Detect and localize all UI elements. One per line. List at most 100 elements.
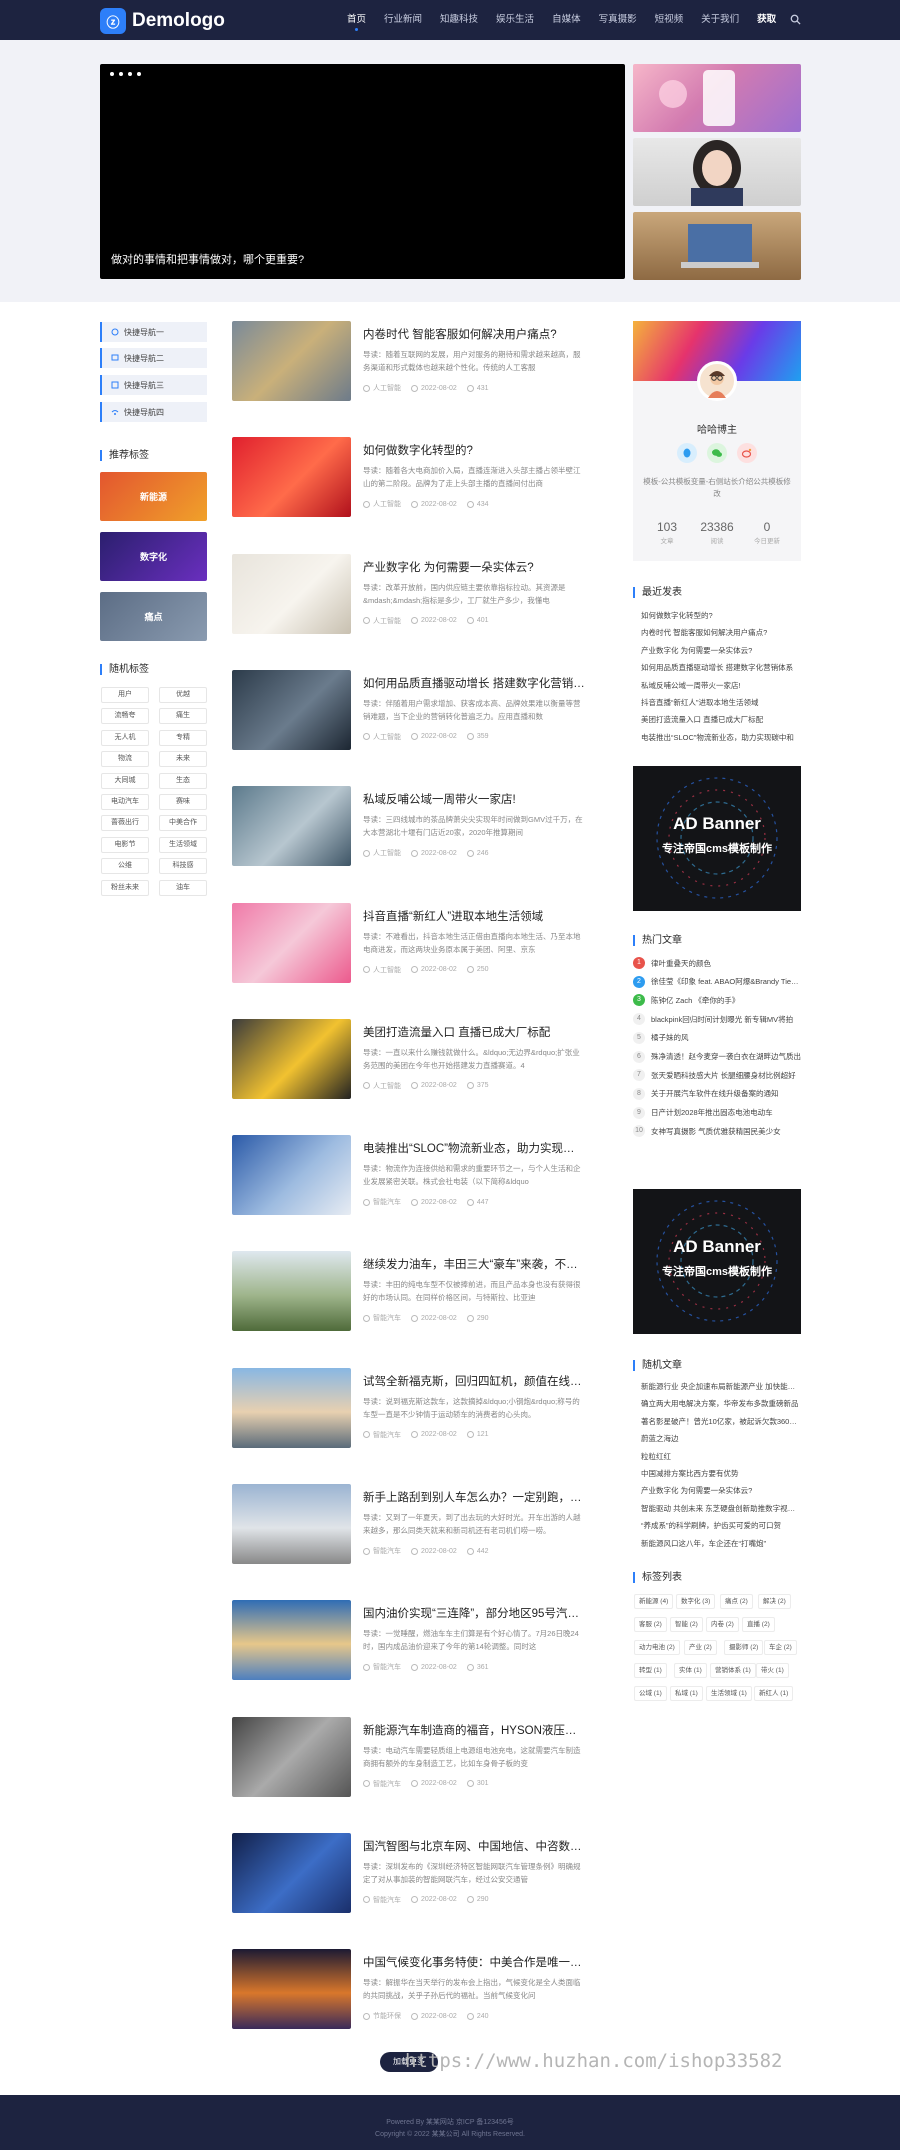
hot-item[interactable]: 7 张天爱晒科技感大片 长腿细腰身材比例超好 <box>633 1069 801 1082</box>
article-title[interactable]: 抖音直播“新红人”进取本地生活领域 <box>363 908 585 924</box>
article-title[interactable]: 新能源汽车制造商的福音，HYSON液压缸加速实现高效量产 <box>363 1722 585 1738</box>
random-article-item[interactable]: 新能源风口这八年，车企还在“打嘴炮” <box>641 1538 801 1549</box>
article-thumb[interactable] <box>232 1135 351 1216</box>
article-title[interactable]: 电装推出“SLOC”物流新业态，助力实现碳中和 <box>363 1140 585 1156</box>
article-thumb[interactable] <box>232 786 351 867</box>
random-article-item[interactable]: 著名影星破产！曾光10亿家，被起诉欠款3600万 <box>641 1416 801 1427</box>
article-title[interactable]: 试驾全新福克斯，回归四缸机，颜值在线驾控更出众 <box>363 1373 585 1389</box>
article-category[interactable]: 人工智能 <box>363 383 401 393</box>
article-title[interactable]: 新手上路刮到别人车怎么办？一定别跑，这样做才对 <box>363 1489 585 1505</box>
article-title[interactable]: 美团打造流量入口 直播已成大厂标配 <box>363 1024 585 1040</box>
random-tag[interactable]: 物流 <box>101 751 149 768</box>
random-tag[interactable]: 专精 <box>159 729 207 746</box>
tag-item[interactable]: 数字化 (3) <box>676 1594 716 1609</box>
article-category[interactable]: 人工智能 <box>363 499 401 509</box>
tag-item[interactable]: 公域 (1) <box>634 1686 667 1701</box>
recent-item[interactable]: 如何用品质直播驱动增长 搭建数字化营销体系 <box>641 662 801 673</box>
random-tag[interactable]: 公维 <box>101 858 149 875</box>
wechat-icon[interactable] <box>707 443 727 463</box>
article-category[interactable]: 智能汽车 <box>363 1197 401 1207</box>
recent-item[interactable]: 产业数字化 为何需要一朵实体云? <box>641 645 801 656</box>
tag-item[interactable]: 车企 (2) <box>764 1640 797 1655</box>
random-tag[interactable]: 流畅夸 <box>101 708 149 725</box>
article-title[interactable]: 如何用品质直播驱动增长 搭建数字化营销体系 <box>363 675 585 691</box>
article-category[interactable]: 人工智能 <box>363 732 401 742</box>
hero-thumb-laptop[interactable] <box>633 212 801 280</box>
article-category[interactable]: 节能环保 <box>363 2011 401 2021</box>
hero-slider[interactable]: 做对的事情和把事情做对，哪个更重要? <box>100 64 625 279</box>
hot-item[interactable]: 8 关于开展汽车软件在线升级备案的通知 <box>633 1087 801 1100</box>
rec-tag-digital[interactable]: 数字化 <box>100 532 207 581</box>
random-tag[interactable]: 电动汽车 <box>101 794 149 810</box>
article-title[interactable]: 继续发力油车，丰田三大“豪车”来袭，不比奔驰宝马差 <box>363 1256 585 1272</box>
tag-item[interactable]: 摄影师 (2) <box>724 1640 764 1655</box>
random-tag[interactable]: 蔷薇出行 <box>101 815 149 832</box>
nav-home[interactable]: 首页 <box>338 0 375 40</box>
article-category[interactable]: 人工智能 <box>363 965 401 975</box>
article-category[interactable]: 智能汽车 <box>363 1313 401 1323</box>
article-title[interactable]: 内卷时代 智能客服如何解决用户痛点? <box>363 326 585 342</box>
nav-video[interactable]: 短视频 <box>646 0 693 40</box>
hot-item[interactable]: 10 女神写真摄影 气质优雅获精国民美少女 <box>633 1125 801 1138</box>
random-tag[interactable]: 赛味 <box>159 794 207 810</box>
article-thumb[interactable] <box>232 321 351 401</box>
hero-thumb-girl[interactable] <box>633 138 801 206</box>
article-thumb[interactable] <box>232 1251 351 1332</box>
hot-item[interactable]: 1 律叶重叠天的颜色 <box>633 957 801 969</box>
quick-nav-1[interactable]: 快捷导航一 <box>100 322 207 342</box>
hot-item[interactable]: 9 日产计划2028年推出固态电池电动车 <box>633 1106 801 1119</box>
article-category[interactable]: 智能汽车 <box>363 1779 401 1789</box>
article-title[interactable]: 国汽智图与北京车网、中国地信、中咨数据等签约合作 <box>363 1838 585 1854</box>
article-title[interactable]: 中国气候变化事务特使：中美合作是唯一正确选择 <box>363 1954 585 1970</box>
random-tag[interactable]: 大同城 <box>101 772 149 789</box>
tag-item[interactable]: 产业 (2) <box>684 1640 717 1655</box>
article-thumb[interactable] <box>232 902 351 983</box>
random-article-item[interactable]: 产业数字化 为何需要一朵实体云? <box>641 1485 801 1496</box>
rec-tag-new-energy[interactable]: 新能源 <box>100 472 207 521</box>
random-tag[interactable]: 科技感 <box>159 858 207 875</box>
tag-item[interactable]: 营销体系 (1) <box>710 1663 756 1678</box>
hot-item[interactable]: 5 橘子妹的风 <box>633 1031 801 1044</box>
article-category[interactable]: 智能汽车 <box>363 1662 401 1672</box>
random-article-item[interactable]: 蔚蓝之海边 <box>641 1433 801 1444</box>
article-category[interactable]: 智能汽车 <box>363 1895 401 1905</box>
random-tag[interactable]: 中美合作 <box>159 815 207 832</box>
tag-item[interactable]: 新能源 (4) <box>634 1594 674 1609</box>
article-title[interactable]: 私域反哺公域一周带火一家店! <box>363 791 585 807</box>
random-tag[interactable]: 用户 <box>101 687 149 703</box>
hero-thumb-phone[interactable] <box>633 64 801 132</box>
quick-nav-2[interactable]: 快捷导航二 <box>100 348 207 368</box>
article-title[interactable]: 如何做数字化转型的? <box>363 442 585 458</box>
random-article-item[interactable]: 中国减排方案比西方要有优势 <box>641 1468 801 1479</box>
quick-nav-4[interactable]: 快捷导航四 <box>100 402 207 422</box>
tag-item[interactable]: 解决 (2) <box>758 1594 791 1609</box>
article-thumb[interactable] <box>232 669 351 750</box>
ad-banner-2[interactable]: AD Banner 专注帝国cms模板制作 <box>633 1189 801 1334</box>
article-title[interactable]: 国内油价实现“三连降”，部分地区95号汽油重回“8元时代” <box>363 1605 585 1621</box>
ad-banner-1[interactable]: AD Banner 专注帝国cms模板制作 <box>633 766 801 911</box>
recent-item[interactable]: 私域反哺公域一周带火一家店! <box>641 680 801 691</box>
hot-item[interactable]: 6 殊净清透！赵今麦穿一袭白衣在湖畔边气质出 <box>633 1050 801 1063</box>
nav-get[interactable]: 获取 <box>748 0 785 40</box>
tag-item[interactable]: 私域 (1) <box>670 1686 703 1701</box>
random-article-item[interactable]: 确立两大用电解决方案，华帝发布多款重磅新品 <box>641 1398 801 1409</box>
tag-item[interactable]: 新红人 (1) <box>754 1686 794 1701</box>
article-title[interactable]: 产业数字化 为何需要一朵实体云? <box>363 559 585 575</box>
qq-icon[interactable] <box>677 443 697 463</box>
article-thumb[interactable] <box>232 437 351 518</box>
nav-media[interactable]: 自媒体 <box>543 0 590 40</box>
weibo-icon[interactable] <box>737 443 757 463</box>
tag-item[interactable]: 直播 (2) <box>742 1617 775 1632</box>
random-tag[interactable]: 电影节 <box>101 836 149 853</box>
article-thumb[interactable] <box>232 1832 351 1913</box>
article-thumb[interactable] <box>232 1716 351 1797</box>
random-tag[interactable]: 粉丝未来 <box>101 879 149 896</box>
tag-item[interactable]: 带火 (1) <box>756 1663 789 1678</box>
random-tag[interactable]: 未来 <box>159 751 207 768</box>
quick-nav-3[interactable]: 快捷导航三 <box>100 375 207 395</box>
article-category[interactable]: 人工智能 <box>363 848 401 858</box>
recent-item[interactable]: 美团打造流量入口 直播已成大厂标配 <box>641 714 801 725</box>
random-tag[interactable]: 优越 <box>159 687 207 703</box>
tag-item[interactable]: 生活领域 (1) <box>706 1686 752 1701</box>
tag-item[interactable]: 内卷 (2) <box>706 1617 739 1632</box>
